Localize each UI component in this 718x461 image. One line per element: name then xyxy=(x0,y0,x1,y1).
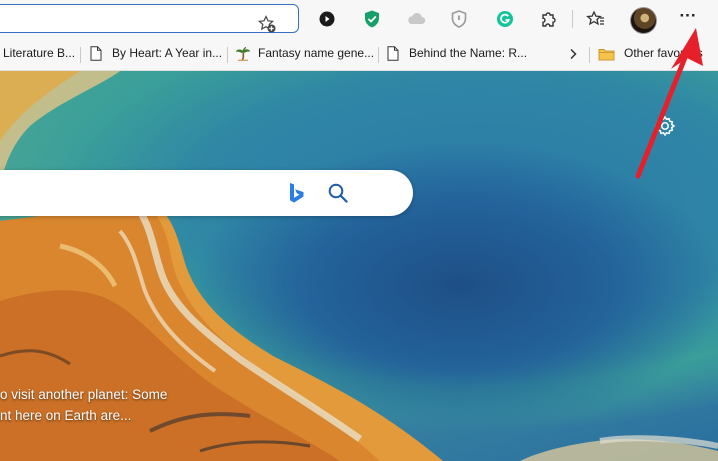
toolbar-separator xyxy=(572,10,573,28)
other-favorites-folder[interactable]: Other favorites xyxy=(598,38,703,70)
settings-gear-icon[interactable] xyxy=(653,114,677,138)
favorites-separator xyxy=(80,47,81,63)
favorite-item-label: Behind the Name: R... xyxy=(409,46,528,60)
media-play-icon[interactable] xyxy=(316,8,338,30)
favorite-item[interactable]: By Heart: A Year in... xyxy=(89,38,222,70)
bing-icon[interactable] xyxy=(286,181,306,205)
folder-icon xyxy=(598,49,615,61)
favorite-item-label: Literature B... xyxy=(3,46,76,60)
favorites-icon[interactable] xyxy=(585,8,607,30)
page-icon xyxy=(387,46,399,61)
favorite-item[interactable]: Fantasy name gene... xyxy=(236,38,374,70)
search-box[interactable] xyxy=(0,170,413,216)
image-caption[interactable]: o visit another planet: Some nt here on … xyxy=(0,384,200,426)
favorites-separator xyxy=(589,47,590,63)
search-icon[interactable] xyxy=(326,181,350,205)
favorite-item-label: Fantasy name gene... xyxy=(258,46,375,60)
other-favorites-label: Other favorites xyxy=(624,46,703,60)
favorites-separator xyxy=(378,47,379,63)
favorite-item-label: By Heart: A Year in... xyxy=(112,46,223,60)
address-bar[interactable] xyxy=(0,4,299,33)
security-shield-icon[interactable] xyxy=(448,8,470,30)
favorite-item[interactable]: Literature B... xyxy=(3,38,75,70)
profile-avatar[interactable] xyxy=(630,7,657,34)
favorites-bar: Literature B... By Heart: A Year in... F… xyxy=(0,38,718,71)
caption-line: o visit another planet: Some xyxy=(0,387,168,402)
shield-check-icon[interactable] xyxy=(361,8,383,30)
favorites-separator xyxy=(227,47,228,63)
star-plus-icon[interactable] xyxy=(257,14,277,34)
palm-tree-icon xyxy=(236,46,250,61)
caption-line: nt here on Earth are... xyxy=(0,408,132,423)
more-options-button[interactable]: ··· xyxy=(674,6,702,32)
page-icon xyxy=(90,46,102,61)
chevron-right-icon[interactable] xyxy=(566,47,580,61)
cloud-icon[interactable] xyxy=(405,8,427,30)
grammarly-icon[interactable] xyxy=(494,8,516,30)
more-options-icon: ··· xyxy=(679,6,697,25)
new-tab-page: o visit another planet: Some nt here on … xyxy=(0,71,718,461)
extensions-puzzle-icon[interactable] xyxy=(538,8,560,30)
browser-toolbar: ··· xyxy=(0,0,718,38)
favorite-item[interactable]: Behind the Name: R... xyxy=(386,38,527,70)
